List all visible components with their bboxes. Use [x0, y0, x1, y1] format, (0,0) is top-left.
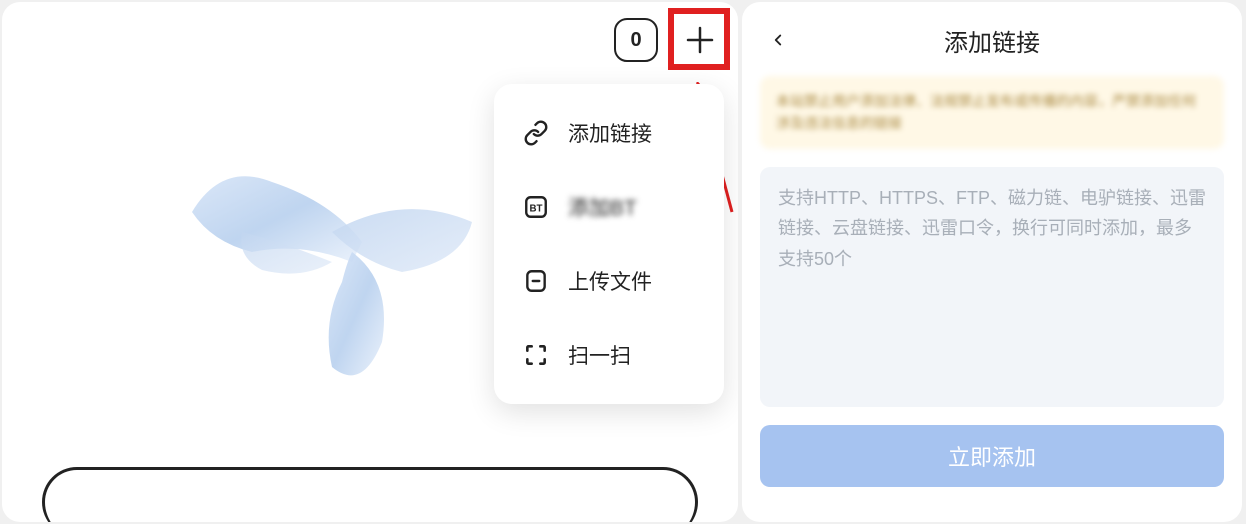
- submit-add-button[interactable]: 立即添加: [760, 425, 1224, 487]
- bt-icon: BT: [522, 193, 550, 221]
- input-placeholder: 支持HTTP、HTTPS、FTP、磁力链、电驴链接、迅雷链接、云盘链接、迅雷口令…: [778, 188, 1206, 269]
- badge-value: 0: [630, 29, 641, 52]
- header: 添加链接: [760, 14, 1224, 66]
- back-button[interactable]: [762, 24, 794, 56]
- add-link-screen: 添加链接 本站禁止用户添加法律、法规禁止发布或传播的内容，严禁添加任何涉及违法信…: [742, 2, 1242, 522]
- top-actions: 0: [614, 16, 724, 64]
- link-input[interactable]: 支持HTTP、HTTPS、FTP、磁力链、电驴链接、迅雷链接、云盘链接、迅雷口令…: [760, 167, 1224, 407]
- upload-file-icon: [522, 267, 550, 295]
- notice-banner: 本站禁止用户添加法律、法规禁止发布或传播的内容，严禁添加任何涉及违法信息的链接: [760, 76, 1224, 149]
- notice-text: 本站禁止用户添加法律、法规禁止发布或传播的内容，严禁添加任何涉及违法信息的链接: [776, 93, 1196, 131]
- menu-item-add-link[interactable]: 添加链接: [494, 96, 724, 170]
- button-label: 立即添加: [948, 440, 1036, 472]
- downloads-count-badge[interactable]: 0: [614, 18, 658, 62]
- menu-item-label: 扫一扫: [568, 340, 631, 370]
- menu-item-label: 添加BT: [568, 192, 637, 222]
- menu-item-add-bt[interactable]: BT 添加BT: [494, 170, 724, 244]
- menu-item-label: 添加链接: [568, 118, 652, 148]
- menu-item-scan[interactable]: 扫一扫: [494, 318, 724, 392]
- menu-item-upload-file[interactable]: 上传文件: [494, 244, 724, 318]
- add-button[interactable]: [676, 16, 724, 64]
- svg-text:BT: BT: [530, 203, 543, 214]
- main-screen: 0 添加链接: [2, 2, 738, 522]
- scan-icon: [522, 341, 550, 369]
- chevron-left-icon: [769, 31, 787, 49]
- search-bar-partial[interactable]: [42, 467, 698, 522]
- menu-item-label: 上传文件: [568, 266, 652, 296]
- bird-illustration: [182, 132, 532, 432]
- link-icon: [522, 119, 550, 147]
- highlight-box: [668, 8, 730, 70]
- add-dropdown-menu: 添加链接 BT 添加BT 上传文件: [494, 84, 724, 404]
- page-title: 添加链接: [760, 23, 1224, 58]
